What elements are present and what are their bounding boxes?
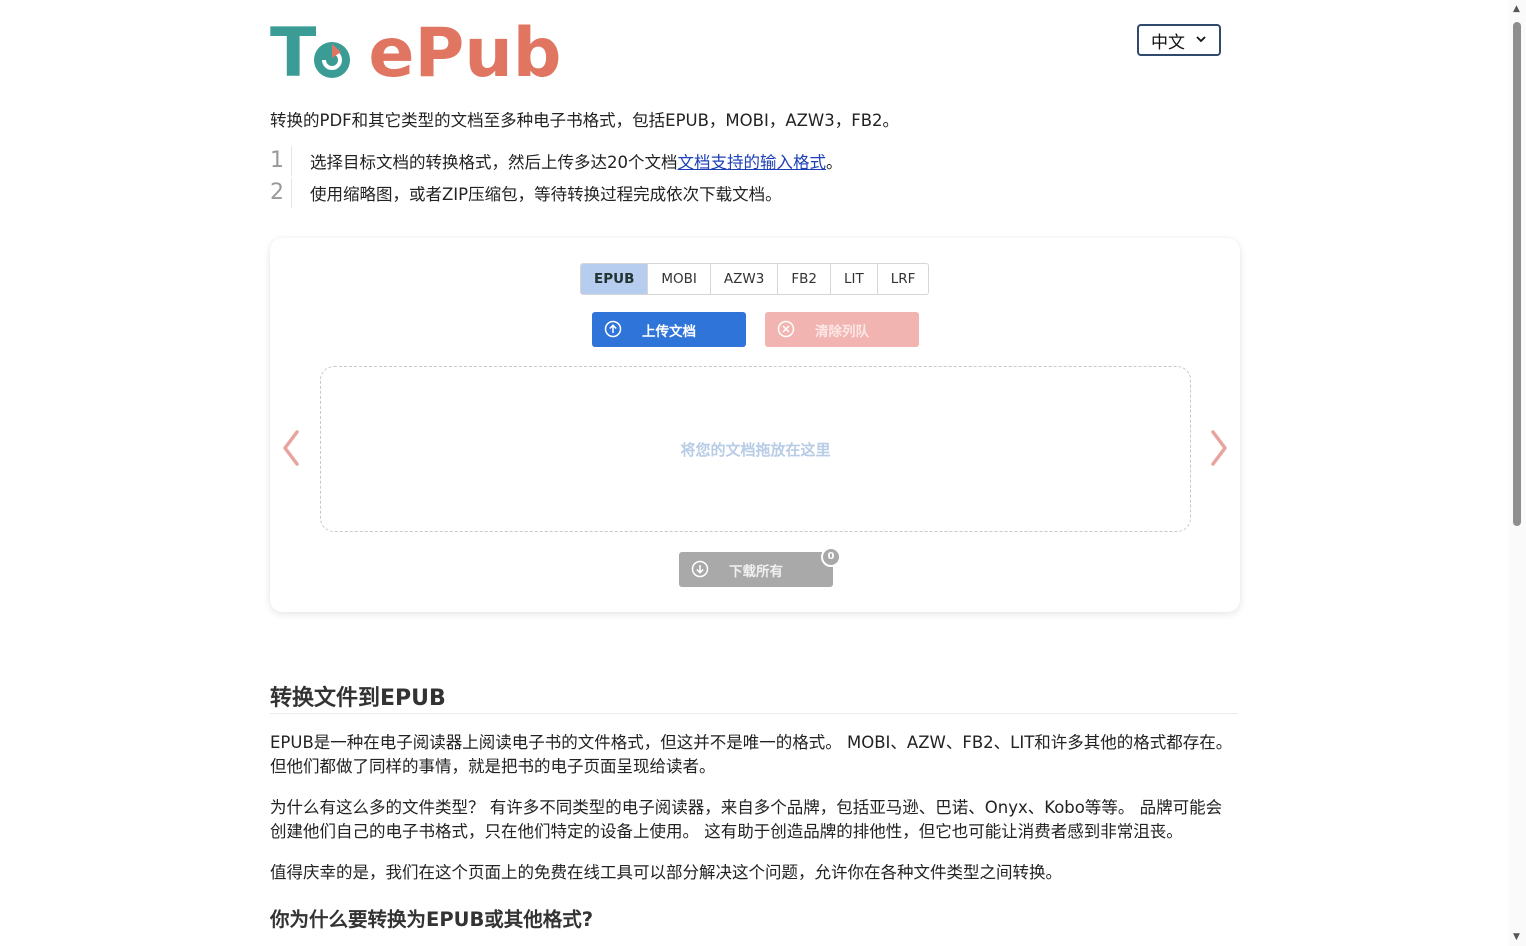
article-subheading: 你为什么要转换为EPUB或其他格式? — [270, 908, 594, 931]
upload-button-label: 上传文档 — [642, 323, 696, 340]
step-divider — [291, 146, 292, 176]
step-text-main: 选择目标文档的转换格式，然后上传多达20个文档 — [310, 153, 678, 172]
drop-zone-hint: 将您的文档拖放在这里 — [680, 441, 831, 459]
tab-lit[interactable]: LIT — [829, 264, 877, 294]
article-paragraph: EPUB是一种在电子阅读器上阅读电子书的文件格式，但这并不是唯一的格式。 MOB… — [270, 733, 1233, 776]
step-text: 选择目标文档的转换格式，然后上传多达20个文档文档支持的输入格式。 — [310, 149, 843, 173]
chevron-right-icon[interactable] — [1207, 428, 1231, 468]
converter-card: EPUB MOBI AZW3 FB2 LIT LRF 上传文档 清除列队 将您的… — [270, 238, 1240, 612]
logo-refresh-icon — [310, 22, 354, 78]
step-divider — [291, 178, 292, 208]
step-text: 使用缩略图，或者ZIP压缩包，等待转换过程完成依次下载文档。 — [310, 185, 782, 204]
scrollbar-thumb[interactable] — [1513, 22, 1521, 526]
format-tabs: EPUB MOBI AZW3 FB2 LIT LRF — [580, 263, 930, 295]
clear-queue-button[interactable]: 清除列队 — [765, 312, 919, 347]
article-heading: 转换文件到EPUB — [270, 686, 446, 711]
tab-azw3[interactable]: AZW3 — [709, 264, 778, 294]
tab-mobi[interactable]: MOBI — [647, 264, 710, 294]
vertical-scrollbar[interactable]: ▲ ▼ — [1509, 0, 1526, 946]
heading-divider — [270, 713, 1238, 714]
tab-lrf[interactable]: LRF — [876, 264, 929, 294]
tab-fb2[interactable]: FB2 — [777, 264, 830, 294]
supported-formats-link[interactable]: 文档支持的输入格式 — [678, 153, 827, 172]
upload-button[interactable]: 上传文档 — [592, 312, 746, 347]
clear-queue-label: 清除列队 — [815, 323, 869, 340]
download-count-badge: 0 — [821, 547, 841, 567]
clear-x-circle-icon — [777, 320, 795, 338]
site-logo[interactable]: T ePub — [270, 18, 561, 90]
download-all-button[interactable]: 下载所有 — [679, 552, 833, 587]
intro-text: 转换的PDF和其它类型的文档至多种电子书格式，包括EPUB，MOBI，AZW3，… — [270, 111, 900, 130]
upload-circle-icon — [604, 320, 622, 338]
download-all-label: 下载所有 — [729, 563, 783, 580]
chevron-down-icon — [1195, 33, 1207, 48]
step-number: 1 — [270, 148, 284, 173]
step-text-tail: 。 — [826, 153, 843, 172]
article-paragraph: 为什么有这么多的文件类型？ 有许多不同类型的电子阅读器，来自多个品牌，包括亚马逊… — [270, 798, 1223, 841]
scroll-up-icon[interactable]: ▲ — [1513, 4, 1520, 14]
article-paragraph: 值得庆幸的是，我们在这个页面上的免费在线工具可以部分解决这个问题，允许你在各种文… — [270, 863, 1062, 882]
chevron-left-icon[interactable] — [279, 428, 303, 468]
step-number: 2 — [270, 180, 284, 205]
scroll-down-icon[interactable]: ▼ — [1513, 932, 1520, 942]
download-circle-icon — [691, 560, 709, 578]
language-select-value: 中文 — [1151, 32, 1185, 53]
language-select[interactable]: 中文 — [1137, 24, 1221, 56]
logo-epub-text: ePub — [368, 14, 562, 93]
drop-zone[interactable]: 将您的文档拖放在这里 — [320, 366, 1191, 532]
tab-epub[interactable]: EPUB — [581, 264, 648, 294]
